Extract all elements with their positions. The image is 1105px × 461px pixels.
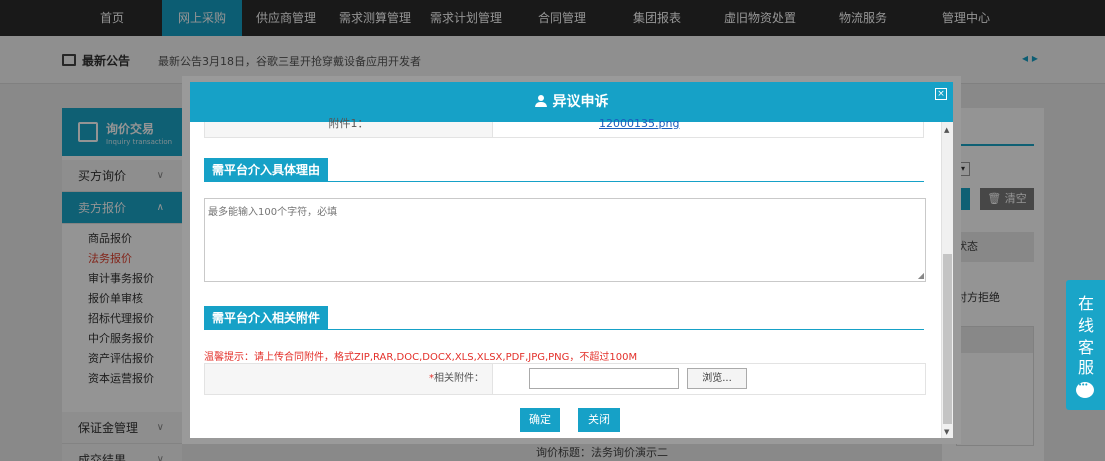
close-icon[interactable]: × [935,88,947,100]
close-button[interactable]: 关闭 [578,408,620,432]
reason-section-divider [204,181,924,182]
online-service-char: 在 [1077,294,1094,313]
chat-bubble-icon [1076,381,1094,398]
appeal-dialog: 异议申诉 × 附件1： 12000135.png 需平台介入具体理由 ◢ 需平台… [182,76,961,444]
attachment-section-divider [204,329,924,330]
browse-button[interactable]: 浏览... [687,368,747,389]
attachment-section-title: 需平台介入相关附件 [204,306,329,330]
upload-tip: 温馨提示：请上传合同附件，格式ZIP,RAR,DOC,DOCX,XLS,XLSX… [204,352,638,363]
online-service-char: 客 [1077,338,1094,357]
reason-textarea-wrapper: ◢ [204,198,926,282]
reason-textarea[interactable] [205,199,925,281]
confirm-button[interactable]: 确定 [520,408,560,432]
attachment-upload-row: *相关附件： 浏览... [204,363,926,395]
online-service-widget[interactable]: 在 线 客 服 [1066,280,1105,410]
attachment-field-text: 相关附件： [434,373,484,384]
attachment-file-link[interactable]: 12000135.png [599,118,679,129]
reason-section-title: 需平台介入具体理由 [204,158,329,182]
user-icon [534,95,547,107]
existing-attachment-row: 附件1： 12000135.png [204,118,924,138]
appeal-dialog-body: 异议申诉 × 附件1： 12000135.png 需平台介入具体理由 ◢ 需平台… [190,82,953,438]
dialog-title: 异议申诉 [552,94,609,110]
online-service-char: 服 [1077,358,1094,377]
scroll-up-icon[interactable]: ▲ [944,126,949,134]
online-service-char: 线 [1077,316,1094,335]
resize-grip-icon[interactable]: ◢ [918,271,924,280]
dialog-scroll-content: 附件1： 12000135.png 需平台介入具体理由 ◢ 需平台介入相关附件 … [190,118,941,438]
attachment-field-label: *相关附件： [205,364,493,394]
scrollbar-thumb[interactable] [943,254,952,424]
dialog-scrollbar[interactable]: ▲ ▼ [941,122,953,438]
scroll-down-icon[interactable]: ▼ [944,428,949,436]
file-path-input[interactable] [529,368,679,389]
attachment-label: 附件1： [205,118,493,137]
dialog-header: 异议申诉 × [190,82,953,122]
